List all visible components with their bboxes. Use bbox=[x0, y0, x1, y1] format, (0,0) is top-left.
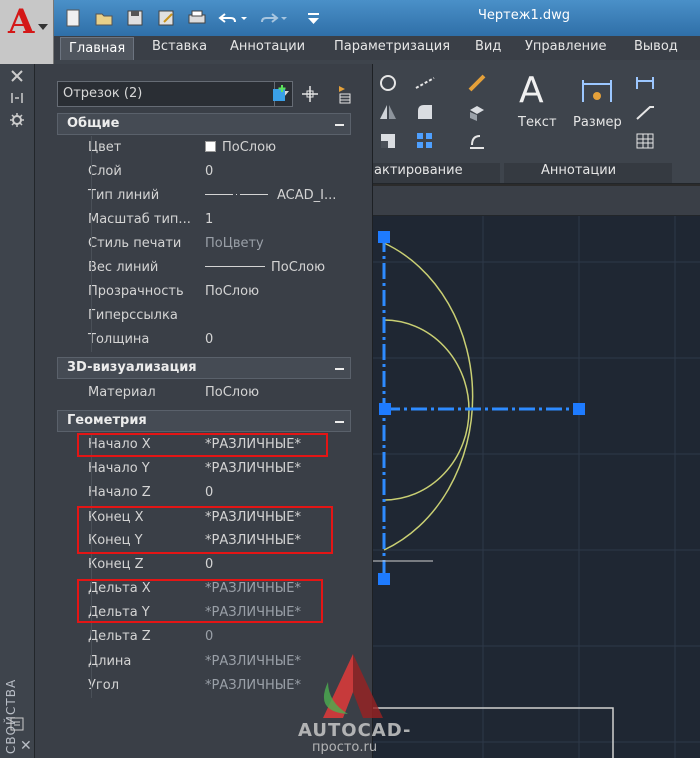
property-row[interactable]: Угол *РАЗЛИЧНЫЕ* bbox=[57, 674, 351, 698]
drawing-tab-bar bbox=[373, 186, 700, 216]
column-divider bbox=[91, 433, 92, 698]
tab-output[interactable]: Вывод bbox=[634, 39, 678, 54]
section-general-title: Общие bbox=[67, 116, 120, 131]
highlight-delta-xy bbox=[77, 579, 323, 623]
section-3d-title: 3D-визуализация bbox=[67, 360, 197, 375]
linear-dimension-icon[interactable] bbox=[634, 72, 656, 94]
gear-icon[interactable] bbox=[9, 112, 25, 128]
table-icon[interactable] bbox=[634, 130, 656, 152]
collapse-icon[interactable] bbox=[335, 421, 344, 423]
property-row[interactable]: Конец Z0 bbox=[57, 553, 351, 577]
print-icon[interactable] bbox=[186, 7, 208, 29]
tab-manage[interactable]: Управление bbox=[525, 39, 607, 54]
lineweight-sample bbox=[205, 266, 265, 267]
undo-icon[interactable] bbox=[217, 7, 247, 29]
property-row[interactable]: Материал ПоСлою bbox=[57, 381, 351, 405]
trim-icon[interactable] bbox=[414, 72, 436, 94]
watermark-subtext: просто.ru bbox=[312, 740, 378, 755]
property-row[interactable]: Слой 0 bbox=[57, 160, 351, 184]
save-icon[interactable] bbox=[124, 7, 146, 29]
close-command-line-icon[interactable]: ✕ bbox=[20, 738, 32, 754]
tab-insert[interactable]: Вставка bbox=[152, 39, 207, 54]
erase-icon[interactable] bbox=[466, 72, 488, 94]
tab-parametric[interactable]: Параметризация bbox=[334, 39, 450, 54]
text-icon[interactable]: A bbox=[519, 70, 544, 111]
section-geometry-title: Геометрия bbox=[67, 413, 147, 428]
dimension-icon[interactable] bbox=[580, 74, 614, 108]
tab-view[interactable]: Вид bbox=[475, 39, 501, 54]
property-row[interactable]: Прозрачность ПоСлою bbox=[57, 280, 351, 304]
palette-title-strip: СВОЙСТВА bbox=[0, 64, 35, 758]
property-row[interactable]: Гиперссылка bbox=[57, 304, 351, 328]
scale-icon[interactable] bbox=[377, 130, 399, 152]
watermark-text: AUTOCAD- bbox=[298, 720, 412, 741]
property-row[interactable]: Вес линий ПоСлою bbox=[57, 256, 351, 280]
section-geometry[interactable]: Геометрия bbox=[57, 410, 351, 432]
linetype-sample bbox=[205, 194, 271, 195]
section-3d-visualization[interactable]: 3D-визуализация bbox=[57, 357, 351, 379]
offset-icon[interactable] bbox=[466, 130, 488, 152]
property-row[interactable]: Дельта Z0 bbox=[57, 625, 351, 649]
object-type-select[interactable]: Отрезок (2) bbox=[57, 81, 293, 107]
property-row[interactable]: Длина *РАЗЛИЧНЫЕ* bbox=[57, 650, 351, 674]
property-row[interactable]: Цвет ПоСлою bbox=[57, 136, 351, 160]
property-row[interactable]: Тип линий ACAD_I... bbox=[57, 184, 351, 208]
column-divider bbox=[91, 136, 92, 352]
toggle-pickadd-icon[interactable] bbox=[269, 83, 291, 105]
rotate-icon[interactable] bbox=[377, 72, 399, 94]
property-row[interactable]: Стиль печати ПоЦвету bbox=[57, 232, 351, 256]
collapse-icon[interactable] bbox=[335, 368, 344, 370]
tab-annotate[interactable]: Аннотации bbox=[230, 39, 305, 54]
fillet-icon[interactable] bbox=[414, 101, 436, 123]
customize-dropdown-icon[interactable] bbox=[303, 7, 325, 29]
tab-home[interactable]: Главная bbox=[60, 37, 135, 60]
property-row[interactable]: Масштаб тип... 1 bbox=[57, 208, 351, 232]
array-icon[interactable] bbox=[414, 130, 436, 152]
leader-icon[interactable] bbox=[634, 101, 656, 123]
property-row[interactable]: Толщина 0 bbox=[57, 328, 351, 352]
close-icon[interactable] bbox=[9, 68, 25, 84]
chevron-down-icon bbox=[38, 24, 48, 30]
text-button-label[interactable]: Текст bbox=[518, 115, 557, 130]
property-row[interactable]: Начало Y *РАЗЛИЧНЫЕ* bbox=[57, 457, 351, 481]
redo-icon[interactable] bbox=[258, 7, 288, 29]
modify-panel-title[interactable]: актирование bbox=[374, 163, 463, 178]
section-general[interactable]: Общие bbox=[57, 113, 351, 135]
ribbon-tabs: Главная Вставка Аннотации Параметризация… bbox=[54, 36, 700, 60]
collapse-icon[interactable] bbox=[335, 124, 344, 126]
document-title: Чертеж1.dwg bbox=[478, 8, 570, 23]
annotation-panel-title[interactable]: Аннотации bbox=[541, 163, 616, 178]
open-icon[interactable] bbox=[93, 7, 115, 29]
highlight-end-xy bbox=[77, 506, 333, 554]
quick-select-icon[interactable] bbox=[331, 83, 353, 105]
drawing-canvas[interactable] bbox=[373, 186, 700, 758]
property-row[interactable]: Начало Z0 bbox=[57, 481, 351, 505]
watermark-logo bbox=[318, 652, 388, 720]
application-menu-button[interactable]: A bbox=[0, 0, 54, 64]
auto-hide-icon[interactable] bbox=[9, 90, 25, 106]
select-objects-icon[interactable] bbox=[299, 83, 321, 105]
palette-menu-icon[interactable] bbox=[9, 716, 25, 732]
saveas-icon[interactable] bbox=[155, 7, 177, 29]
highlight-start-x bbox=[77, 433, 328, 457]
autocad-a-icon: A bbox=[8, 2, 35, 42]
object-type-value: Отрезок (2) bbox=[63, 86, 143, 101]
color-swatch bbox=[205, 141, 216, 152]
mirror-icon[interactable] bbox=[377, 101, 399, 123]
dimension-button-label[interactable]: Размер bbox=[573, 115, 622, 130]
explode-icon[interactable] bbox=[466, 101, 488, 123]
new-icon[interactable] bbox=[62, 7, 84, 29]
